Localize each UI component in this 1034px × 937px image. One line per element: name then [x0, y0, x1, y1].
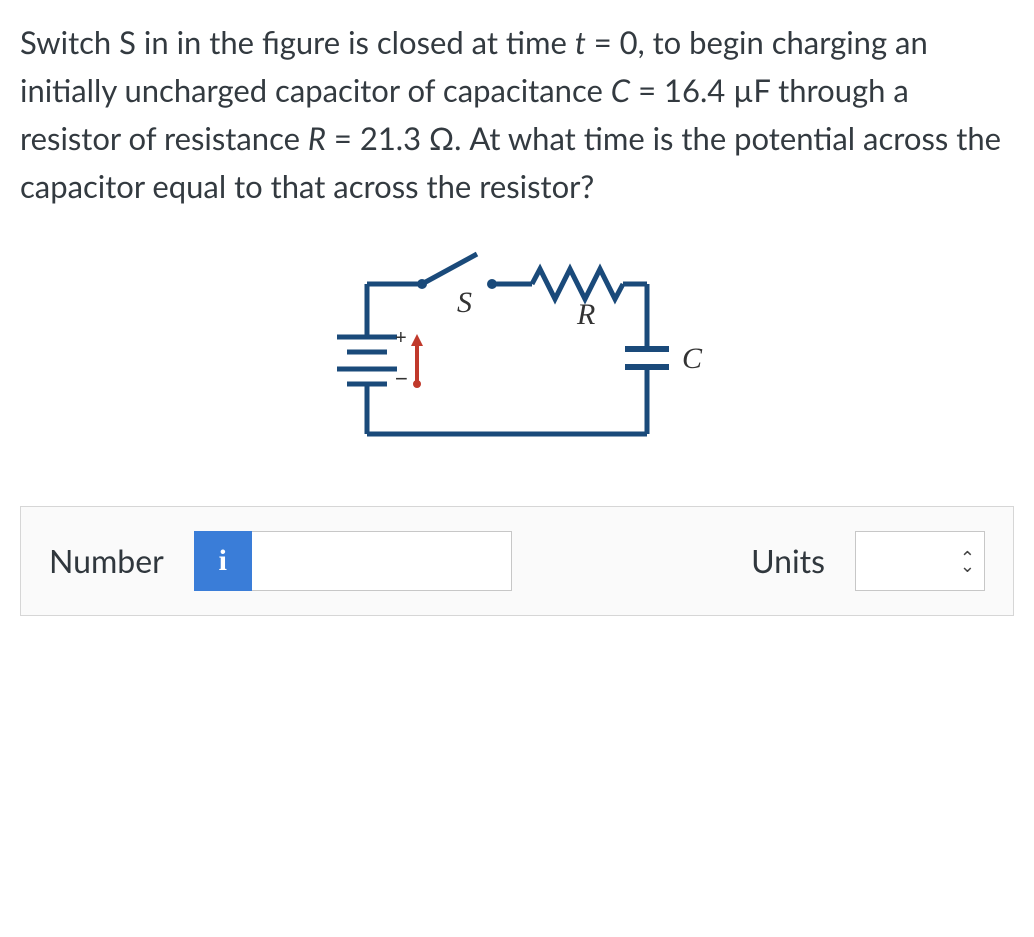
label-r: R: [576, 298, 595, 331]
question-text: Switch S in in the figure is closed at t…: [20, 18, 1014, 210]
units-select[interactable]: ⌃⌄: [855, 531, 985, 591]
var-t: t: [575, 23, 586, 61]
var-r: R: [308, 119, 326, 157]
answer-panel: Number i Units ⌃⌄: [20, 506, 1014, 616]
label-minus: −: [395, 366, 408, 391]
number-input[interactable]: [252, 531, 512, 591]
info-button[interactable]: i: [194, 531, 252, 591]
chevron-updown-icon: ⌃⌄: [960, 553, 974, 569]
label-s: S: [457, 286, 472, 319]
label-plus: +: [395, 327, 407, 349]
var-c: C: [611, 71, 630, 109]
info-icon: i: [219, 544, 227, 578]
units-label: Units: [751, 536, 825, 586]
label-c: C: [682, 342, 703, 375]
number-label: Number: [49, 536, 164, 586]
circuit-diagram: S R C + −: [20, 234, 1014, 466]
q-part-1a: Switch S in in the figure is closed at t…: [20, 23, 575, 61]
